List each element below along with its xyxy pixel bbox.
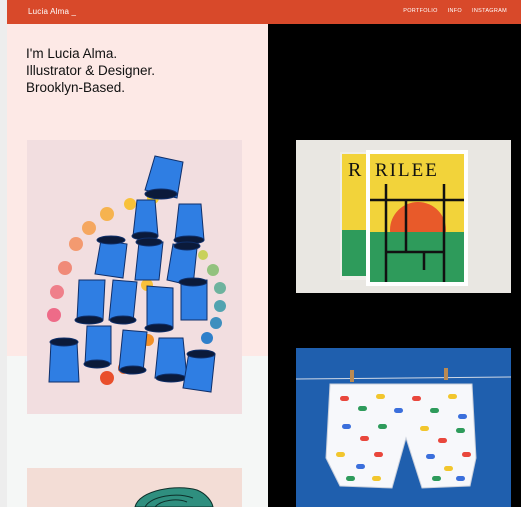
site-header: Lucia Alma _ PORTFOLIO INFO INSTAGRAM	[7, 0, 521, 24]
site-brand[interactable]: Lucia Alma _	[28, 7, 76, 16]
shorts-photo	[296, 348, 511, 507]
magazine-front-title: RILEE	[375, 160, 439, 181]
nav-info-link[interactable]: INFO	[448, 8, 462, 14]
portfolio-item-green-illustration[interactable]	[27, 468, 242, 507]
intro-text: I'm Lucia Alma. Illustrator & Designer. …	[26, 45, 155, 96]
green-illustration	[27, 468, 242, 507]
magazine-back-title: R	[348, 159, 362, 181]
cups-illustration	[27, 140, 242, 414]
main-nav: PORTFOLIO INFO INSTAGRAM	[403, 8, 507, 14]
portfolio-item-shorts[interactable]	[296, 348, 511, 507]
portfolio-item-cups-illustration[interactable]	[27, 140, 242, 414]
portfolio-item-magazine[interactable]: R RILEE	[296, 140, 511, 293]
nav-portfolio-link[interactable]: PORTFOLIO	[403, 8, 437, 14]
intro-line-role: Illustrator & Designer.	[26, 63, 156, 78]
magazine-photo: R RILEE	[296, 140, 511, 293]
intro-line-location: Brooklyn-Based.	[26, 80, 126, 95]
window-left-edge	[0, 0, 7, 507]
nav-instagram-link[interactable]: INSTAGRAM	[472, 8, 507, 14]
intro-line-name: I'm Lucia Alma.	[26, 46, 118, 61]
